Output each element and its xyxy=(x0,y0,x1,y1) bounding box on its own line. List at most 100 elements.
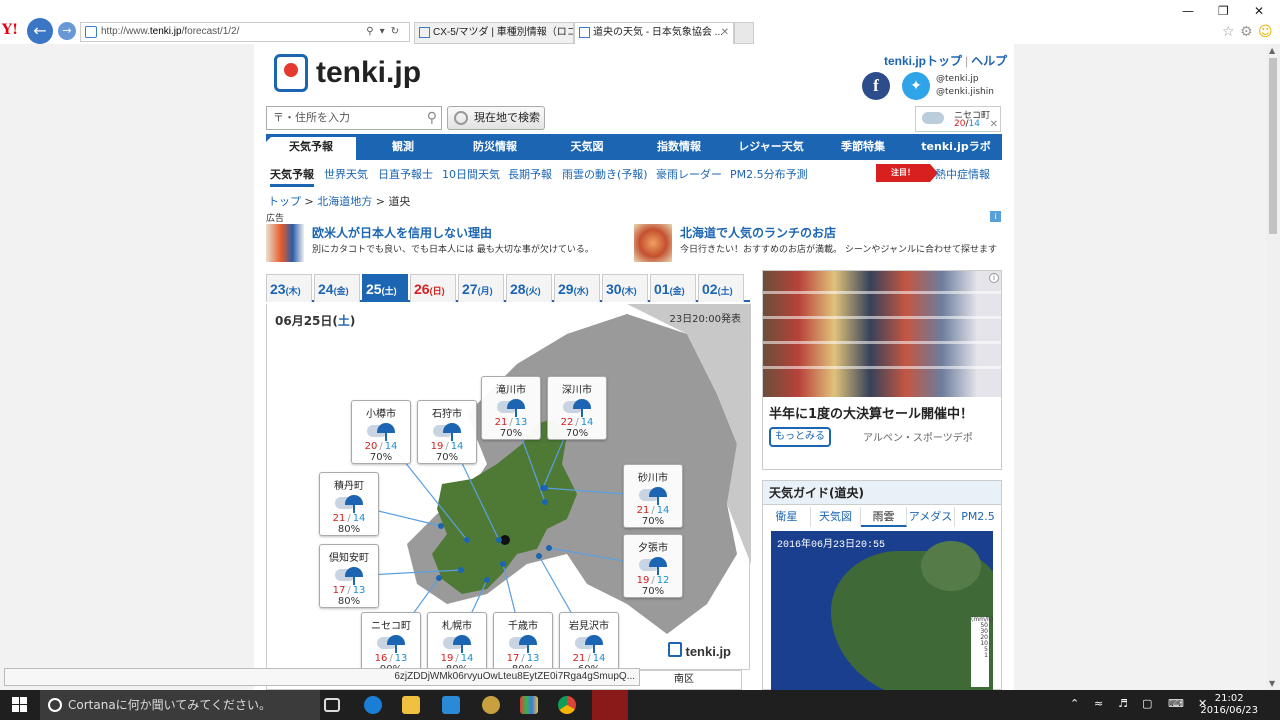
restore-icon[interactable]: ❐ xyxy=(1218,4,1229,18)
ad-1[interactable]: 欧米人が日本人を信用しない理由 別にカタコトでも良い、でも日本人には 最も大切な… xyxy=(266,224,626,264)
guide-tab-pm25[interactable]: PM2.5 xyxy=(955,507,1001,527)
cortana-search[interactable]: Cortanaに何か聞いてみてください。 xyxy=(40,690,320,720)
nav-leisure[interactable]: レジャー天気 xyxy=(726,134,816,160)
subnav-forecaster[interactable]: 日直予報士 xyxy=(378,166,433,182)
date-tab-02[interactable]: 02(土) xyxy=(698,274,744,302)
volume-icon[interactable]: ♬ xyxy=(1118,697,1128,710)
nav-seasonal[interactable]: 季節特集 xyxy=(818,134,908,160)
ad-2-title[interactable]: 北海道で人気のランチのお店 xyxy=(680,224,836,241)
city-card[interactable]: 夕張市 19/12 70% xyxy=(623,534,683,598)
nav-lab[interactable]: tenki.jpラボ xyxy=(910,134,1002,160)
favorites-star-icon[interactable]: ☆ xyxy=(1222,24,1235,40)
file-explorer-icon[interactable] xyxy=(402,696,420,714)
ad-2[interactable]: 北海道で人気のランチのお店 今日行きたい！おすすめのお店が満載。 シーンやジャン… xyxy=(634,224,1002,264)
city-card[interactable]: 砂川市 21/14 70% xyxy=(623,464,683,528)
nav-observation[interactable]: 観測 xyxy=(358,134,448,160)
help-link[interactable]: ヘルプ xyxy=(971,54,1007,68)
date-tab-01[interactable]: 01(金) xyxy=(650,274,696,302)
city-card[interactable]: 倶知安町 17/13 80% xyxy=(319,544,379,608)
ad-sale-more-button[interactable]: もっとみる xyxy=(769,427,831,447)
network-icon[interactable]: ≈ xyxy=(1094,697,1103,710)
close-window-icon[interactable]: ✕ xyxy=(1254,4,1264,18)
nav-forecast[interactable]: 天気予報 xyxy=(266,134,356,160)
mini-close-icon[interactable]: ✕ xyxy=(990,119,998,130)
yahoo-icon[interactable]: Y! xyxy=(2,22,18,38)
city-card[interactable]: ニセコ町16/1390% xyxy=(361,612,421,676)
date-tab-28[interactable]: 28(火) xyxy=(506,274,552,302)
date-tab-29[interactable]: 29(水) xyxy=(554,274,600,302)
tenki-top-link[interactable]: tenki.jpトップ xyxy=(884,54,962,68)
city-card[interactable]: 滝川市 21/13 70% xyxy=(481,376,541,440)
vertical-scrollbar[interactable]: ▲ ▼ xyxy=(1266,44,1280,690)
store-icon[interactable] xyxy=(442,696,460,714)
date-tab-27[interactable]: 27(月) xyxy=(458,274,504,302)
city-card[interactable]: 小樽市 20/14 70% xyxy=(351,400,411,464)
city-card[interactable]: 深川市 22/14 70% xyxy=(547,376,607,440)
date-tab-23[interactable]: 23(木) xyxy=(266,274,312,302)
address-bar[interactable]: http://www.tenki.jp/forecast/1/2/ ⚲▾↻ xyxy=(80,22,410,42)
twitter-handle-2[interactable]: @tenki.jishin xyxy=(936,86,994,99)
new-tab-button[interactable] xyxy=(734,22,754,44)
browser-tab-tenki[interactable]: 道央の天気 - 日本気象協会 ... ✕ xyxy=(574,22,734,44)
city-card[interactable]: 千歳市17/1380% xyxy=(493,612,553,676)
current-location-search-button[interactable]: 現在地で検索 xyxy=(447,106,545,130)
clock[interactable]: 21:02 2016/06/23 xyxy=(1200,693,1258,717)
tray-up-icon[interactable]: ⌃ xyxy=(1070,697,1079,710)
subnav-world[interactable]: 世界天気 xyxy=(324,166,368,182)
ad-sale[interactable]: i 半年に1度の大決算セール開催中！ もっとみる アルペン・スポーツデポ xyxy=(762,270,1002,470)
city-card[interactable]: 積丹町 21/14 80% xyxy=(319,472,379,536)
tenki-logo-icon[interactable] xyxy=(274,54,308,92)
nav-disaster[interactable]: 防災情報 xyxy=(450,134,540,160)
date-tab-30[interactable]: 30(木) xyxy=(602,274,648,302)
settings-gear-icon[interactable]: ⚙ xyxy=(1240,24,1253,40)
subnav-10day[interactable]: 10日間天気 xyxy=(442,166,500,182)
notification-icon[interactable]: ▢ xyxy=(1142,697,1152,710)
yahoo-browser-icon[interactable] xyxy=(592,690,628,720)
nav-index[interactable]: 指数情報 xyxy=(634,134,724,160)
forward-button[interactable]: → xyxy=(58,22,76,40)
minimize-icon[interactable]: — xyxy=(1182,4,1194,18)
nav-weather-map[interactable]: 天気図 xyxy=(542,134,632,160)
guide-tab-amedas[interactable]: アメダス xyxy=(907,507,955,527)
guide-tab-rain-cloud[interactable]: 雨雲 xyxy=(861,507,907,527)
edge-icon[interactable] xyxy=(364,696,382,714)
city-card[interactable]: 岩見沢市21/1460% xyxy=(559,612,619,676)
windows-start-icon[interactable] xyxy=(12,697,28,713)
ad-1-title[interactable]: 欧米人が日本人を信用しない理由 xyxy=(312,224,492,241)
subnav-pm25[interactable]: PM2.5分布予測 xyxy=(730,166,808,182)
address-search-input[interactable]: 〒・住所を入力 ⚲ xyxy=(266,106,442,130)
ad-sale-info-icon[interactable]: i xyxy=(989,273,999,283)
city-card[interactable]: 札幌市19/1480% xyxy=(427,612,487,676)
scroll-up-icon[interactable]: ▲ xyxy=(1269,46,1275,55)
ad-info-icon[interactable]: i xyxy=(990,211,1001,222)
subnav-longterm[interactable]: 長期予報 xyxy=(508,166,552,182)
media-app-icon[interactable] xyxy=(520,696,538,714)
breadcrumb-region[interactable]: 北海道地方 xyxy=(317,195,372,208)
heatstroke-link[interactable]: 熱中症情報 xyxy=(935,166,990,182)
search-icon[interactable]: ⚲ xyxy=(427,107,437,129)
date-tab-25[interactable]: 25(土) xyxy=(362,274,408,302)
smiley-feedback-icon[interactable]: ☺ xyxy=(1258,24,1273,40)
twitter-icon[interactable]: ✦ xyxy=(902,72,930,100)
chrome-icon[interactable] xyxy=(558,696,576,714)
guide-tab-weather-map[interactable]: 天気図 xyxy=(811,507,861,527)
back-button[interactable]: ← xyxy=(27,18,53,44)
site-logo[interactable]: tenki.jp xyxy=(316,56,421,90)
facebook-icon[interactable]: f xyxy=(862,72,890,100)
city-card[interactable]: 石狩市 19/14 70% xyxy=(417,400,477,464)
subnav-radar[interactable]: 豪雨レーダー xyxy=(656,166,722,182)
ad-sale-title[interactable]: 半年に1度の大決算セール開催中！ xyxy=(769,403,973,422)
keyboard-icon[interactable]: ⌨ xyxy=(1168,697,1184,710)
subnav-forecast[interactable]: 天気予報 xyxy=(270,166,314,187)
app-icon[interactable] xyxy=(482,696,500,714)
breadcrumb-top[interactable]: トップ xyxy=(268,195,301,208)
guide-tab-satellite[interactable]: 衛星 xyxy=(763,507,811,527)
browser-tab-mazda[interactable]: CX-5/マツダ | 車種別情報（ロコ... xyxy=(414,22,574,44)
scroll-down-icon[interactable]: ▼ xyxy=(1269,679,1275,688)
twitter-handle-1[interactable]: @tenki.jp xyxy=(936,73,994,86)
date-tab-26[interactable]: 26(日) xyxy=(410,274,456,302)
address-tools-icon[interactable]: ⚲▾↻ xyxy=(366,23,405,41)
date-tab-24[interactable]: 24(金) xyxy=(314,274,360,302)
mini-weather-card[interactable]: ニセコ町 20/14 ✕ xyxy=(915,106,1001,132)
subnav-rain-cloud[interactable]: 雨雲の動き(予報) xyxy=(562,166,648,182)
